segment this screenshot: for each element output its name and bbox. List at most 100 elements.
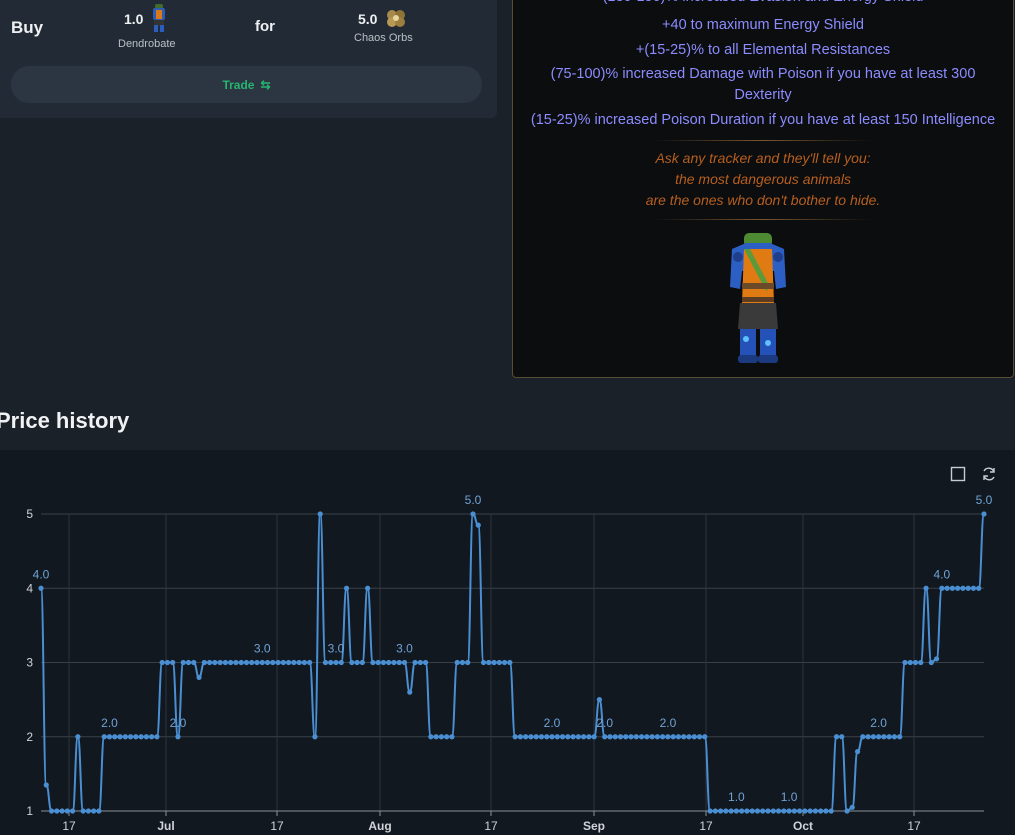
data-point <box>612 734 618 740</box>
data-point <box>412 659 418 666</box>
data-point <box>533 734 539 740</box>
data-point <box>386 659 392 666</box>
flavour-line-2: the most dangerous animals <box>675 171 851 187</box>
data-point <box>828 808 834 814</box>
data-point <box>623 734 629 740</box>
data-point <box>907 659 913 666</box>
item-tooltip: (130-150)% increased Evasion and Energy … <box>512 0 1014 378</box>
data-point <box>333 659 339 666</box>
y-tick-label: 5 <box>26 507 33 521</box>
data-point <box>523 734 529 740</box>
data-point <box>870 734 876 740</box>
data-point <box>96 808 102 814</box>
data-point <box>370 659 376 666</box>
y-tick-label: 4 <box>26 581 33 595</box>
data-point <box>286 659 292 666</box>
data-point <box>602 734 608 740</box>
data-point <box>918 659 924 666</box>
data-point <box>217 659 223 666</box>
data-point <box>865 734 871 740</box>
data-point <box>233 659 239 666</box>
data-point <box>933 656 940 662</box>
x-tick-label: 17 <box>907 819 921 833</box>
data-point <box>976 585 982 591</box>
data-point <box>122 734 128 740</box>
dendrobate-icon <box>153 4 165 32</box>
x-tick-label: Aug <box>368 819 391 833</box>
data-point <box>717 808 724 814</box>
data-point <box>681 734 687 740</box>
data-point <box>459 659 466 666</box>
data-point <box>586 734 592 740</box>
mod-line-5: (15-25)% increased Poison Duration if yo… <box>530 112 996 128</box>
data-point <box>201 659 207 666</box>
data-point <box>133 734 139 740</box>
data-point <box>59 808 65 814</box>
buy-label: Buy <box>11 18 44 37</box>
data-point <box>912 659 919 666</box>
data-point <box>923 585 929 591</box>
data-point <box>38 585 44 591</box>
data-point <box>528 734 534 740</box>
x-tick-label: 17 <box>270 819 284 833</box>
data-point <box>965 585 971 591</box>
data-point <box>696 734 703 740</box>
data-point <box>670 734 676 740</box>
data-point <box>554 734 560 740</box>
x-tick-label: 17 <box>484 819 498 833</box>
data-point <box>886 734 892 740</box>
data-point <box>312 734 318 740</box>
trade-button[interactable]: Trade ⇆ <box>11 66 482 103</box>
data-point <box>770 808 776 814</box>
data-point <box>354 659 360 666</box>
data-point <box>470 511 476 517</box>
data-label: 5.0 <box>465 493 482 507</box>
data-point <box>638 734 645 740</box>
data-point <box>644 734 650 740</box>
data-point <box>475 522 481 528</box>
data-point <box>928 659 934 666</box>
data-point <box>401 659 408 666</box>
data-point <box>744 808 750 814</box>
data-point <box>170 659 176 666</box>
data-point <box>85 808 92 814</box>
data-point <box>786 808 792 814</box>
data-point <box>775 808 782 814</box>
data-point <box>955 585 961 591</box>
data-point <box>106 734 113 740</box>
data-point <box>654 734 660 740</box>
data-point <box>960 585 966 591</box>
y-tick-label: 2 <box>26 730 33 744</box>
data-point <box>686 734 692 740</box>
data-point <box>628 734 634 740</box>
data-point <box>480 659 487 666</box>
data-point <box>712 808 718 814</box>
data-point <box>754 808 761 814</box>
data-point <box>876 734 882 740</box>
data-point <box>222 659 228 666</box>
swap-icon: ⇆ <box>260 77 271 92</box>
data-point <box>596 697 603 703</box>
data-point <box>807 808 813 814</box>
data-point <box>507 659 513 666</box>
price-history-chart: 1 2 3 4 5 17 Jul 17 Aug 17 Sep 17 Oct 17 4.0 2.0 2.0 3.0 3… <box>26 493 992 833</box>
data-label: 2.0 <box>101 716 118 730</box>
data-point <box>43 782 49 788</box>
data-point <box>175 734 181 740</box>
data-point <box>575 734 581 740</box>
data-point <box>422 659 429 666</box>
data-point <box>238 659 244 666</box>
chaos-orb-icon <box>387 10 405 27</box>
data-point <box>307 659 313 666</box>
data-point <box>486 659 492 666</box>
data-point <box>70 808 76 814</box>
data-point <box>154 734 160 740</box>
data-point <box>322 659 329 666</box>
data-point <box>739 808 745 814</box>
x-tick-label: Oct <box>793 819 813 833</box>
data-point <box>733 808 739 814</box>
data-label: 2.0 <box>870 716 887 730</box>
data-point <box>939 585 945 591</box>
data-point <box>844 808 850 814</box>
data-point <box>570 734 576 740</box>
